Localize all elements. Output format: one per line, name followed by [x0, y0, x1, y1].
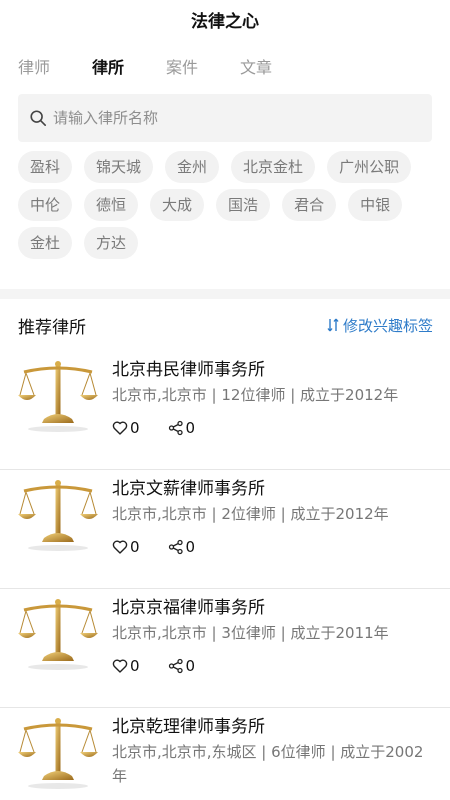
like-count: 0: [130, 538, 140, 556]
like-count: 0: [130, 657, 140, 675]
recommended-header: 推荐律所 修改兴趣标签: [0, 299, 450, 351]
list-item[interactable]: 北京京福律师事务所 北京市,北京市 | 3位律师 | 成立于2011年 0 0: [0, 589, 450, 708]
tag-chip[interactable]: 方达: [84, 227, 139, 259]
firm-info: 北京京福律师事务所 北京市,北京市 | 3位律师 | 成立于2011年 0 0: [112, 589, 432, 707]
firm-meta: 北京市,北京市 | 2位律师 | 成立于2012年: [112, 505, 389, 523]
share-button[interactable]: 0: [168, 419, 196, 437]
list-item[interactable]: 北京冉民律师事务所 北京市,北京市 | 12位律师 | 成立于2012年 0 0: [0, 351, 450, 470]
share-icon: [168, 658, 183, 674]
search-icon: [30, 110, 47, 127]
tag-chip[interactable]: 中银: [348, 189, 403, 221]
firm-name: 北京冉民律师事务所: [112, 360, 265, 380]
category-tabs: 律师 律所 案件 文章: [0, 38, 450, 94]
tag-chip[interactable]: 盈科: [18, 151, 73, 183]
search-input[interactable]: [53, 109, 413, 127]
tag-chip[interactable]: 金州: [165, 151, 220, 183]
firm-name: 北京京福律师事务所: [112, 598, 265, 618]
tab-lawyers[interactable]: 律师: [18, 54, 50, 78]
firm-actions: 0 0: [112, 419, 432, 437]
tab-law-firms[interactable]: 律所: [92, 54, 124, 78]
page-title: 法律之心: [191, 11, 259, 32]
firm-meta: 北京市,北京市,东城区 | 6位律师 | 成立于2002年: [112, 743, 424, 785]
tag-chip[interactable]: 君合: [282, 189, 337, 221]
tag-chip[interactable]: 德恒: [84, 189, 139, 221]
firm-actions: 0 0: [112, 657, 432, 675]
list-item[interactable]: 北京文薪律师事务所 北京市,北京市 | 2位律师 | 成立于2012年 0 0: [0, 470, 450, 589]
scales-of-justice-image: [18, 478, 98, 554]
tag-chip[interactable]: 中伦: [18, 189, 73, 221]
list-item[interactable]: 北京乾理律师事务所 北京市,北京市,东城区 | 6位律师 | 成立于2002年: [0, 708, 450, 800]
edit-interest-tags-button[interactable]: 修改兴趣标签: [327, 315, 433, 336]
firm-name: 北京乾理律师事务所: [112, 717, 265, 737]
edit-interest-tags-label: 修改兴趣标签: [342, 316, 433, 335]
like-button[interactable]: 0: [112, 538, 140, 556]
app-header: 法律之心: [0, 0, 450, 38]
sort-arrows-icon: [327, 318, 339, 332]
tab-articles[interactable]: 文章: [240, 54, 272, 78]
like-button[interactable]: 0: [112, 419, 140, 437]
share-count: 0: [185, 657, 196, 675]
law-firm-list: 北京冉民律师事务所 北京市,北京市 | 12位律师 | 成立于2012年 0 0: [0, 351, 450, 800]
tag-chip[interactable]: 北京金杜: [231, 151, 316, 183]
tag-chip[interactable]: 锦天城: [84, 151, 154, 183]
firm-meta: 北京市,北京市 | 12位律师 | 成立于2012年: [112, 386, 399, 404]
search-bar[interactable]: [18, 94, 432, 142]
scales-of-justice-image: [18, 716, 98, 792]
firm-info: 北京冉民律师事务所 北京市,北京市 | 12位律师 | 成立于2012年 0 0: [112, 351, 432, 469]
firm-meta: 北京市,北京市 | 3位律师 | 成立于2011年: [112, 624, 389, 642]
firm-name: 北京文薪律师事务所: [112, 479, 265, 499]
tag-chip[interactable]: 大成: [150, 189, 205, 221]
like-button[interactable]: 0: [112, 657, 140, 675]
section-divider: [0, 289, 450, 299]
heart-icon: [112, 659, 128, 673]
like-count: 0: [130, 419, 140, 437]
scales-of-justice-image: [18, 597, 98, 673]
firm-info: 北京文薪律师事务所 北京市,北京市 | 2位律师 | 成立于2012年 0 0: [112, 470, 432, 588]
scales-of-justice-image: [18, 359, 98, 435]
section-title: 推荐律所: [18, 317, 86, 338]
share-count: 0: [185, 419, 196, 437]
firm-info: 北京乾理律师事务所 北京市,北京市,东城区 | 6位律师 | 成立于2002年: [112, 708, 432, 800]
share-icon: [168, 539, 183, 555]
tag-chip[interactable]: 广州公职: [327, 151, 412, 183]
tag-chip[interactable]: 金杜: [18, 227, 73, 259]
share-button[interactable]: 0: [168, 538, 196, 556]
tag-cloud: 盈科 锦天城 金州 北京金杜 广州公职 中伦 德恒 大成 国浩 君合 中银 金杜…: [0, 142, 450, 265]
firm-actions: 0 0: [112, 538, 432, 556]
share-count: 0: [185, 538, 196, 556]
share-button[interactable]: 0: [168, 657, 196, 675]
tab-cases[interactable]: 案件: [166, 54, 198, 78]
heart-icon: [112, 421, 128, 435]
tag-chip[interactable]: 国浩: [216, 189, 271, 221]
share-icon: [168, 420, 183, 436]
heart-icon: [112, 540, 128, 554]
